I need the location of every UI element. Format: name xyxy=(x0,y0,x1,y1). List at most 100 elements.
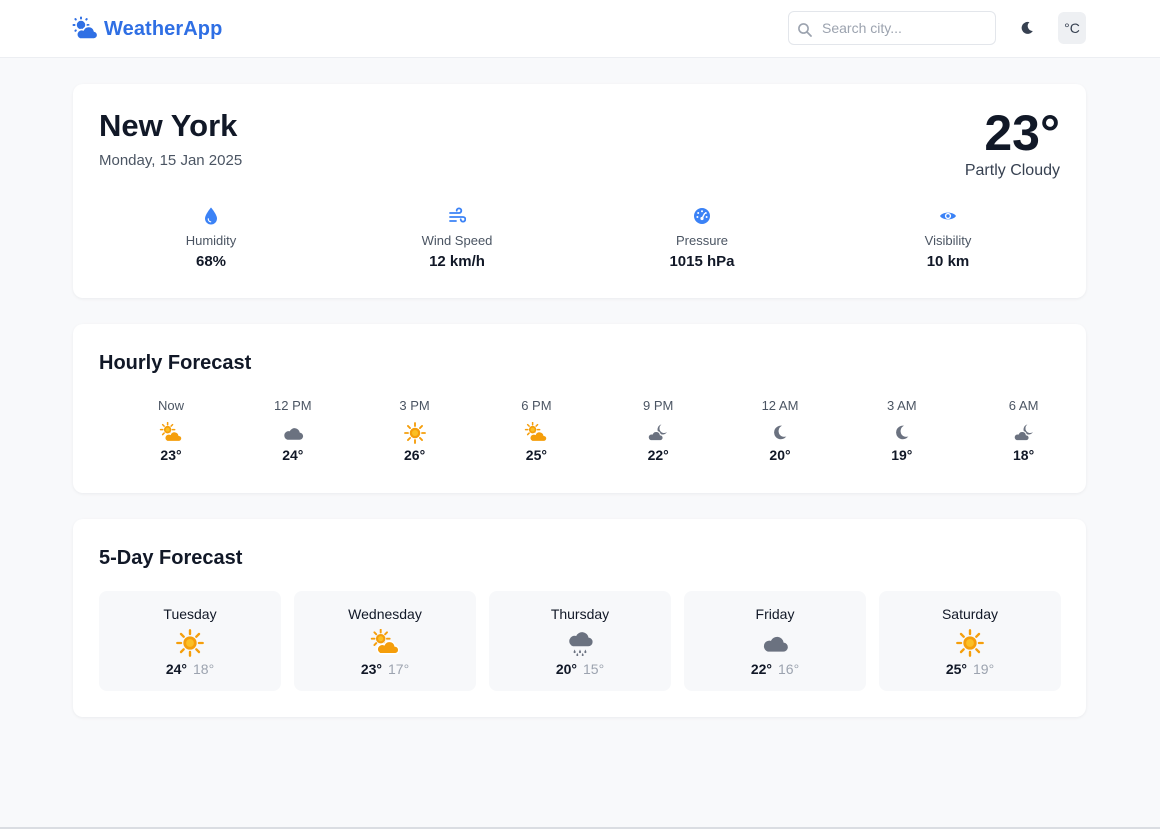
hourly-item: 12 AM 20° xyxy=(725,398,835,463)
day-name: Wednesday xyxy=(348,606,422,622)
day-high: 23° xyxy=(360,661,382,677)
hour-time: 3 AM xyxy=(886,398,917,413)
stat-label: Visibility xyxy=(924,233,972,248)
day-high: 22° xyxy=(750,661,772,677)
current-temperature: 23° xyxy=(984,105,1060,161)
hourly-item: 6 PM 25° xyxy=(481,398,591,463)
hour-time: 6 PM xyxy=(521,398,552,413)
hourly-item: 9 PM 22° xyxy=(603,398,713,463)
sun-cloud-icon xyxy=(370,628,400,657)
daily-item-saturday: Saturday 25° 19° xyxy=(879,591,1061,691)
day-temperatures: 20° 15° xyxy=(489,661,671,677)
theme-toggle-button[interactable] xyxy=(1014,14,1040,42)
cloud-icon xyxy=(760,629,790,657)
sun-icon xyxy=(955,629,985,657)
current-weather-card: New York Monday, 15 Jan 2025 23° Partly … xyxy=(73,84,1086,298)
hourly-item: 3 PM 26° xyxy=(360,398,470,463)
stat-label: Pressure xyxy=(675,233,729,248)
day-temperatures: 25° 19° xyxy=(879,661,1061,677)
sun-cloud-icon xyxy=(523,421,549,444)
day-temperatures: 22° 16° xyxy=(684,661,866,677)
stat-humidity: Humidity 68% xyxy=(121,206,301,270)
stat-value: 10 km xyxy=(926,253,970,270)
hourly-item: Now 23° xyxy=(116,398,226,463)
hourly-item: 6 AM 18° xyxy=(969,398,1079,463)
hour-temperature: 25° xyxy=(525,447,547,463)
moon-icon xyxy=(889,422,915,444)
top-bar: WeatherApp °C xyxy=(0,0,1160,58)
eye-icon xyxy=(940,212,956,220)
moon-cloud-icon xyxy=(645,422,671,444)
weather-stats: Humidity 68% Wind Speed 12 km/h Pressure… xyxy=(99,206,1060,276)
current-condition: Partly Cloudy xyxy=(964,162,1060,179)
search-input[interactable] xyxy=(822,18,987,38)
day-low: 18° xyxy=(193,661,215,677)
hour-temperature: 20° xyxy=(769,447,791,463)
hour-time: Now xyxy=(157,398,184,413)
day-low: 17° xyxy=(388,661,410,677)
day-low: 19° xyxy=(973,661,995,677)
sun-icon xyxy=(402,422,428,444)
daily-list: Tuesday 24° 18° Wednesday 23° 17° Thursday 20° 1… xyxy=(99,591,1061,691)
current-date: Monday, 15 Jan 2025 xyxy=(99,152,243,169)
gauge-icon xyxy=(694,208,710,224)
stat-wind-speed: Wind Speed 12 km/h xyxy=(367,206,547,270)
cloud-icon xyxy=(280,422,306,444)
unit-toggle-button[interactable]: °C xyxy=(1058,12,1086,44)
day-high: 20° xyxy=(555,661,577,677)
app-name: WeatherApp xyxy=(104,17,223,40)
day-temperatures: 23° 17° xyxy=(294,661,476,677)
hour-time: 3 PM xyxy=(399,398,430,413)
search-box[interactable] xyxy=(788,11,996,45)
city-name: New York xyxy=(99,108,238,143)
wind-icon xyxy=(449,207,466,223)
moon-cloud-icon xyxy=(1011,422,1037,444)
daily-item-thursday: Thursday 20° 15° xyxy=(489,591,671,691)
day-name: Thursday xyxy=(550,606,610,622)
sun-cloud-icon xyxy=(158,421,184,444)
day-name: Tuesday xyxy=(163,606,217,622)
brand[interactable]: WeatherApp xyxy=(72,16,222,42)
day-name: Friday xyxy=(755,606,795,622)
moon-icon xyxy=(1021,21,1033,34)
day-high: 25° xyxy=(945,661,967,677)
hour-time: 6 AM xyxy=(1008,398,1039,413)
moon-icon xyxy=(767,422,793,444)
droplet-icon xyxy=(205,207,217,225)
stat-label: Humidity xyxy=(185,233,237,248)
search-icon xyxy=(798,23,812,37)
stat-visibility: Visibility 10 km xyxy=(858,206,1038,270)
hour-time: 12 PM xyxy=(274,398,312,413)
day-low: 15° xyxy=(583,661,605,677)
stat-value: 68% xyxy=(195,253,227,270)
hourly-forecast-card: Hourly Forecast Now 23° 12 PM 24° 3 PM 26° 6 P… xyxy=(73,324,1086,493)
sun-icon xyxy=(175,629,205,657)
daily-item-wednesday: Wednesday 23° 17° xyxy=(294,591,476,691)
stat-value: 12 km/h xyxy=(429,253,485,270)
sun-cloud-icon xyxy=(72,16,98,40)
stat-pressure: Pressure 1015 hPa xyxy=(612,206,792,270)
hourly-list: Now 23° 12 PM 24° 3 PM 26° 6 PM 25° 9 PM 22° 12 AM… xyxy=(99,398,1060,478)
day-low: 16° xyxy=(778,661,800,677)
daily-item-friday: Friday 22° 16° xyxy=(684,591,866,691)
hour-time: 9 PM xyxy=(643,398,674,413)
hourly-item: 12 PM 24° xyxy=(238,398,348,463)
day-high: 24° xyxy=(165,661,187,677)
hour-temperature: 23° xyxy=(160,447,182,463)
section-title: Hourly Forecast xyxy=(99,352,252,374)
hourly-item: 3 AM 19° xyxy=(847,398,957,463)
daily-item-tuesday: Tuesday 24° 18° xyxy=(99,591,281,691)
hour-temperature: 24° xyxy=(282,447,304,463)
stat-label: Wind Speed xyxy=(421,233,493,248)
hour-temperature: 19° xyxy=(891,447,913,463)
daily-forecast-card: 5-Day Forecast Tuesday 24° 18° Wednesday 23°… xyxy=(73,519,1086,717)
hour-temperature: 18° xyxy=(1013,447,1035,463)
day-name: Saturday xyxy=(941,606,999,622)
day-temperatures: 24° 18° xyxy=(99,661,281,677)
hour-time: 12 AM xyxy=(761,398,799,413)
hour-temperature: 26° xyxy=(404,447,426,463)
rain-cloud-icon xyxy=(565,629,595,657)
stat-value: 1015 hPa xyxy=(669,253,735,270)
hour-temperature: 22° xyxy=(647,447,669,463)
section-title: 5-Day Forecast xyxy=(99,547,243,569)
